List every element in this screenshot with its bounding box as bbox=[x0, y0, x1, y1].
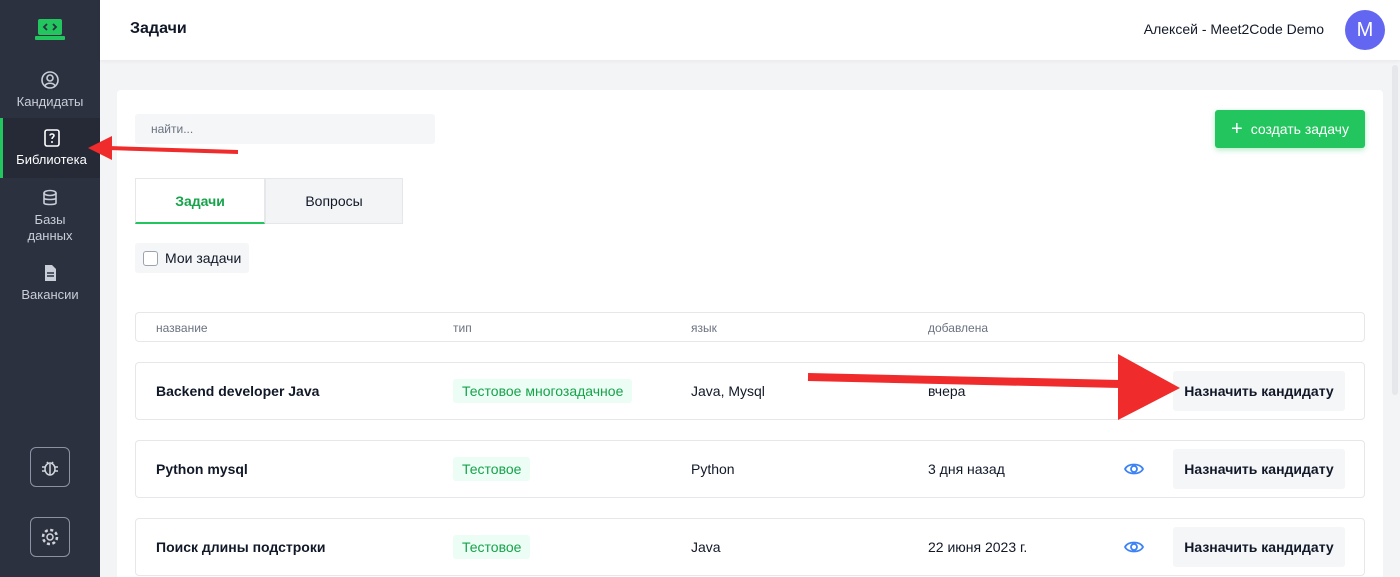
scrollbar[interactable] bbox=[1392, 65, 1398, 395]
task-name[interactable]: Backend developer Java bbox=[156, 383, 319, 399]
task-language: Java, Mysql bbox=[691, 383, 765, 399]
create-task-button[interactable]: + создать задачу bbox=[1215, 110, 1365, 148]
gear-icon bbox=[41, 528, 59, 546]
table-row[interactable]: Backend developer Java Тестовое многозад… bbox=[135, 362, 1365, 420]
column-header-type[interactable]: тип bbox=[453, 321, 472, 335]
tab-questions[interactable]: Вопросы bbox=[265, 178, 403, 224]
eye-icon[interactable] bbox=[1124, 539, 1144, 555]
task-language: Python bbox=[691, 461, 735, 477]
task-language: Java bbox=[691, 539, 721, 555]
task-name[interactable]: Поиск длины подстроки bbox=[156, 539, 325, 555]
settings-button[interactable] bbox=[30, 517, 70, 557]
sidebar: Кандидаты Библиотека Базы данных Ваканси… bbox=[0, 0, 100, 577]
sidebar-item-label: Вакансии bbox=[21, 287, 79, 302]
tabs: Задачи Вопросы bbox=[135, 178, 403, 224]
code-laptop-icon[interactable] bbox=[33, 16, 67, 44]
document-icon bbox=[45, 265, 56, 281]
task-added: 3 дня назад bbox=[928, 461, 1005, 477]
eye-icon[interactable] bbox=[1124, 461, 1144, 477]
database-icon bbox=[43, 189, 57, 206]
create-task-label: создать задачу bbox=[1250, 121, 1349, 137]
sidebar-item-vacancies[interactable]: Вакансии bbox=[0, 263, 100, 303]
assign-candidate-button[interactable]: Назначить кандидату bbox=[1173, 371, 1345, 411]
assign-candidate-button[interactable]: Назначить кандидату bbox=[1173, 449, 1345, 489]
sidebar-item-candidates[interactable]: Кандидаты bbox=[0, 70, 100, 110]
column-header-language[interactable]: язык bbox=[691, 321, 717, 335]
task-type-badge: Тестовое bbox=[453, 457, 531, 481]
tasks-card: + создать задачу Задачи Вопросы Мои зада… bbox=[117, 90, 1383, 577]
tab-tasks[interactable]: Задачи bbox=[135, 178, 265, 224]
sidebar-item-label: Библиотека bbox=[16, 152, 87, 167]
user-name[interactable]: Алексей - Meet2Code Demo bbox=[1144, 21, 1324, 37]
column-header-name[interactable]: название bbox=[156, 321, 208, 335]
task-added: 22 июня 2023 г. bbox=[928, 539, 1028, 555]
sidebar-item-label: Базы данных bbox=[27, 212, 73, 243]
avatar[interactable]: M bbox=[1345, 10, 1385, 50]
search-input[interactable] bbox=[135, 114, 435, 144]
question-book-icon bbox=[43, 129, 60, 147]
table-row[interactable]: Python mysql Тестовое Python 3 дня назад… bbox=[135, 440, 1365, 498]
task-type-badge: Тестовое многозадачное bbox=[453, 379, 633, 403]
user-circle-icon bbox=[41, 71, 59, 89]
bug-report-button[interactable] bbox=[30, 447, 70, 487]
assign-candidate-button[interactable]: Назначить кандидату bbox=[1173, 527, 1345, 567]
bug-icon bbox=[42, 461, 58, 476]
plus-icon: + bbox=[1231, 118, 1243, 140]
my-tasks-filter[interactable]: Мои задачи bbox=[135, 243, 249, 273]
sidebar-item-label: Кандидаты bbox=[16, 94, 84, 109]
task-name[interactable]: Python mysql bbox=[156, 461, 248, 477]
task-added: вчера bbox=[928, 383, 966, 399]
page-title: Задачи bbox=[130, 20, 187, 37]
table-header: название тип язык добавлена bbox=[135, 312, 1365, 342]
my-tasks-label: Мои задачи bbox=[165, 250, 242, 266]
task-type-badge: Тестовое bbox=[453, 535, 531, 559]
sidebar-item-databases[interactable]: Базы данных bbox=[0, 188, 100, 244]
column-header-added[interactable]: добавлена bbox=[928, 321, 988, 335]
table-row[interactable]: Поиск длины подстроки Тестовое Java 22 и… bbox=[135, 518, 1365, 576]
my-tasks-checkbox[interactable] bbox=[143, 250, 158, 266]
sidebar-item-library[interactable]: Библиотека bbox=[0, 118, 100, 178]
top-header: Задачи Алексей - Meet2Code Demo M bbox=[100, 0, 1400, 60]
